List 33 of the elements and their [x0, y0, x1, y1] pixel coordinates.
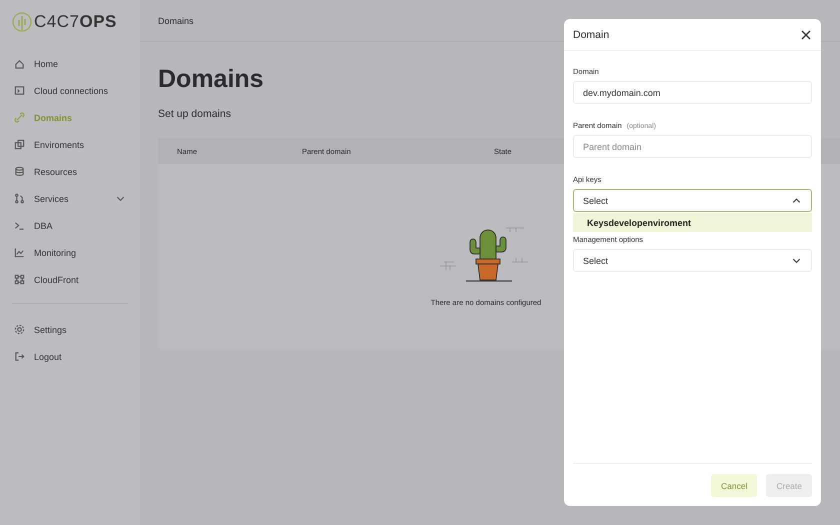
sidebar-item[interactable]: Cloud connections: [12, 77, 128, 104]
sidebar-item[interactable]: Services: [12, 185, 128, 212]
input-field[interactable]: dev.mydomain.com: [573, 81, 812, 104]
terminal-window-icon: [14, 85, 25, 96]
line-chart-icon: [14, 247, 25, 258]
logo-icon: [12, 12, 32, 32]
dropdown-option[interactable]: Keysdevelopenviroment: [573, 213, 812, 232]
breadcrumb: Domains: [158, 16, 194, 26]
sidebar-item[interactable]: Resources: [12, 158, 128, 185]
sidebar-item[interactable]: Monitoring: [12, 239, 128, 266]
link-icon: [14, 112, 25, 123]
database-icon: [14, 166, 25, 177]
dropdown[interactable]: Select: [573, 249, 812, 272]
sidebar-item[interactable]: Logout: [12, 343, 128, 370]
branch-icon: [14, 193, 25, 204]
nodes-icon: [14, 274, 25, 285]
logo-text: C4C7OPS: [34, 12, 117, 32]
gear-icon: [14, 324, 25, 335]
dialog-title: Domain: [573, 28, 610, 40]
logout-icon: [14, 351, 25, 362]
dropdown[interactable]: Select: [573, 189, 812, 212]
sidebar-item[interactable]: DBA: [12, 212, 128, 239]
sidebar-item[interactable]: Enviroments: [12, 131, 128, 158]
sidebar-item[interactable]: Home: [12, 50, 128, 77]
terminal-icon: [14, 220, 25, 231]
page-subtitle: Set up domains: [158, 108, 231, 120]
sidebar-item[interactable]: Settings: [12, 316, 128, 343]
page-title: Domains: [158, 65, 264, 94]
copy-icon: [14, 139, 25, 150]
sidebar-item[interactable]: CloudFront: [12, 266, 128, 293]
input-field[interactable]: Parent domain: [573, 135, 812, 158]
home-icon: [14, 58, 25, 69]
close-icon[interactable]: [801, 30, 811, 40]
